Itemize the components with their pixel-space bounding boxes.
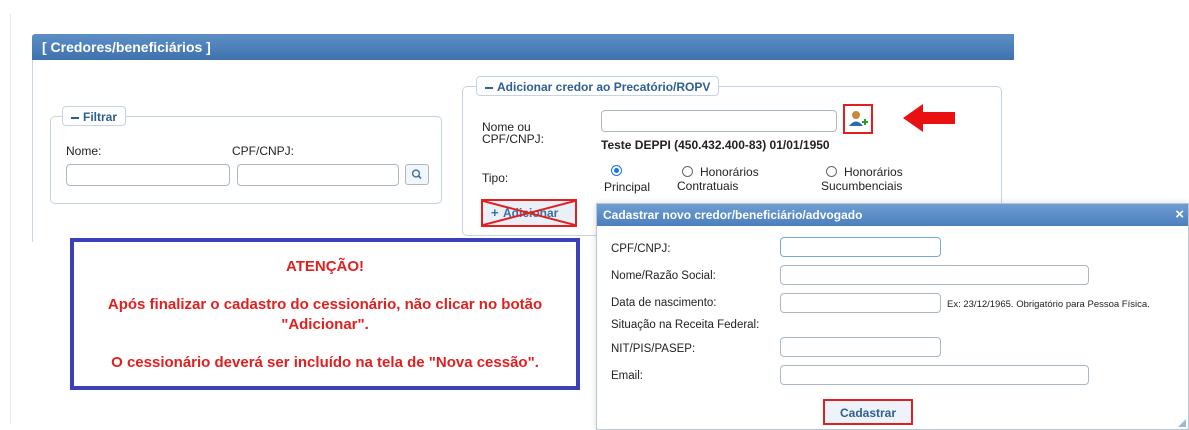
dialog-title: Cadastrar novo credor/beneficiário/advog… xyxy=(597,204,1188,226)
dialog-status-label: Situação na Receita Federal: xyxy=(611,319,760,331)
type-label: Tipo: xyxy=(482,171,509,185)
selected-creditor-text: Teste DEPPI (450.432.400-83) 01/01/1950 xyxy=(601,138,830,152)
filter-legend-label: Filtrar xyxy=(83,110,118,124)
attention-line1: Após finalizar o cadastro do cessionário… xyxy=(107,296,543,313)
filter-name-input[interactable] xyxy=(66,164,230,186)
register-button-label: Cadastrar xyxy=(839,406,897,420)
dialog-cpf-label: CPF/CNPJ: xyxy=(611,243,671,255)
dialog-nit-input[interactable] xyxy=(780,337,941,357)
filter-search-button[interactable] xyxy=(405,164,429,185)
dialog-birth-input[interactable] xyxy=(780,293,941,313)
add-creditor-button[interactable]: + Adicionar xyxy=(481,199,577,227)
dialog-cpf-input[interactable] xyxy=(780,237,941,257)
attention-line3: O cessionário deverá ser incluído na tel… xyxy=(111,354,539,371)
filter-name-label: Nome: xyxy=(66,144,102,158)
type-sucumbencial-radio[interactable] xyxy=(826,166,837,177)
dialog-nit-label: NIT/PIS/PASEP: xyxy=(611,343,696,355)
filter-fieldset xyxy=(50,116,442,204)
dialog-email-input[interactable] xyxy=(780,365,1089,385)
type-sucumbencial-label-line1: Honorários xyxy=(844,165,903,179)
attention-title: ATENÇÃO! xyxy=(285,258,365,275)
attention-line2: "Adicionar". xyxy=(281,316,369,333)
dialog-name-input[interactable] xyxy=(780,265,1089,285)
filter-legend-toggle[interactable]: Filtrar xyxy=(62,106,127,126)
register-button[interactable]: Cadastrar xyxy=(823,399,913,425)
add-creditor-legend-label: Adicionar credor ao Precatório/ROPV xyxy=(497,80,711,94)
attention-notice: ATENÇÃO! Após finalizar o cadastro do ce… xyxy=(70,238,580,390)
type-principal-radio[interactable] xyxy=(611,165,622,176)
collapse-icon xyxy=(485,86,493,89)
type-contractual-radio[interactable] xyxy=(682,166,693,177)
add-new-creditor-button[interactable] xyxy=(843,104,873,134)
search-icon xyxy=(411,169,422,180)
dialog-email-label: Email: xyxy=(611,370,643,382)
register-creditor-dialog: Cadastrar novo credor/beneficiário/advog… xyxy=(596,203,1189,430)
creditor-name-label-line2: CPF/CNPJ: xyxy=(482,132,545,146)
close-icon[interactable]: × xyxy=(1175,206,1184,223)
type-principal-label: Principal xyxy=(604,180,651,194)
add-user-icon xyxy=(849,111,868,126)
dialog-birth-hint: Ex: 23/12/1965. Obrigatório para Pessoa … xyxy=(947,299,1150,310)
type-sucumbencial-label-line2: Sucumbenciais xyxy=(821,179,903,193)
cross-out-icon xyxy=(483,201,575,225)
filter-cpf-input[interactable] xyxy=(237,164,399,186)
dialog-birth-label: Data de nascimento: xyxy=(611,297,717,309)
type-contractual-label-line1: Honorários xyxy=(700,165,759,179)
resize-handle-icon[interactable] xyxy=(1178,419,1186,427)
creditor-name-input[interactable] xyxy=(601,110,837,132)
collapse-icon xyxy=(71,116,79,119)
type-contractual-label-line2: Contratuais xyxy=(677,179,739,193)
add-creditor-legend-toggle[interactable]: Adicionar credor ao Precatório/ROPV xyxy=(476,76,720,96)
dialog-name-label: Nome/Razão Social: xyxy=(611,270,716,282)
red-arrow-left xyxy=(903,104,955,132)
page-title: [ Credores/beneficiários ] xyxy=(32,34,1014,60)
filter-cpf-label: CPF/CNPJ: xyxy=(232,144,295,158)
